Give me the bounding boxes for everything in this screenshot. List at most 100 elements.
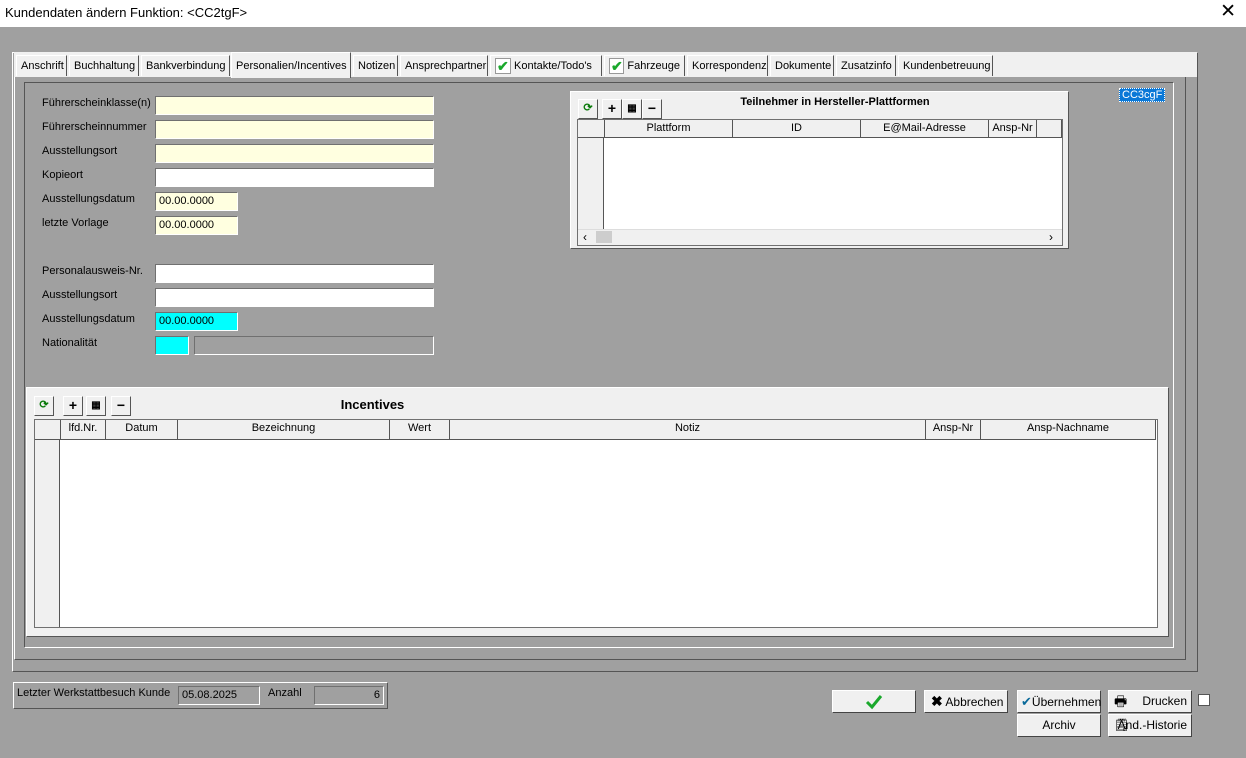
tab-label: Zusatzinfo (841, 60, 892, 72)
scroll-left-icon[interactable]: ‹ (583, 230, 587, 244)
ok-checkmark-icon (865, 694, 883, 710)
grid-corner (35, 420, 61, 440)
remove-incentive-icon[interactable]: − (111, 396, 131, 416)
tab-label: Notizen (358, 60, 396, 72)
tab-label: Dokumente (775, 60, 832, 72)
horizontal-scrollbar[interactable] (578, 229, 1062, 245)
column-header-filler (1037, 120, 1062, 138)
anzahl-field: 6 (314, 686, 384, 705)
archiv-button[interactable]: Archiv (1017, 714, 1101, 737)
scroll-right-icon[interactable]: › (1049, 230, 1053, 244)
ausstellungsort-field[interactable] (155, 144, 434, 163)
checkmark-icon (495, 56, 511, 76)
tab-ansprechpartner[interactable]: Ansprechpartner (400, 55, 488, 76)
cancel-x-icon: ✖ (931, 693, 943, 709)
column-header[interactable]: Ansp-Nachname (981, 420, 1156, 440)
code-label: CC3cgF (1119, 88, 1165, 102)
kopieort-label: Kopieort (42, 169, 83, 181)
ausstellungsdatum-pa-field[interactable]: 00.00.0000 (155, 312, 238, 331)
ausstellungsort-pa-field[interactable] (155, 288, 434, 307)
anzahl-label: Anzahl (268, 687, 302, 699)
edit-incentive-icon[interactable]: ▦ (86, 396, 106, 416)
column-header[interactable]: E@Mail-Adresse (861, 120, 989, 138)
column-header[interactable]: Wert (390, 420, 450, 440)
abbrechen-button[interactable]: ✖ Abbrechen (924, 690, 1008, 713)
column-header[interactable]: Datum (106, 420, 178, 440)
scroll-thumb[interactable] (596, 231, 612, 243)
letzter-werkstattbesuch-field: 05.08.2025 (178, 686, 260, 705)
tab-bankverbindung[interactable]: Bankverbindung (141, 55, 230, 76)
drucken-button[interactable]: 🖶 Drucken (1108, 690, 1192, 713)
column-header[interactable]: Ansp-Nr (926, 420, 981, 440)
kopieort-field[interactable] (155, 168, 434, 187)
add-platform-icon[interactable]: + (602, 99, 622, 119)
tab-label: Korrespondenz (692, 60, 767, 72)
tab-label: Bankverbindung (146, 60, 226, 72)
abbrechen-label: Abbrechen (945, 695, 1004, 709)
tab-dokumente[interactable]: Dokumente (770, 55, 834, 76)
checkmark-icon (609, 56, 625, 76)
tab-label: Kundenbetreuung (903, 60, 991, 72)
history-icon: 🗒 (1114, 718, 1130, 732)
archiv-label: Archiv (1042, 718, 1076, 732)
fuehrerscheinnummer-label: Führerscheinnummer (42, 121, 147, 133)
fuehrerscheinklasse-label: Führerscheinklasse(n) (42, 97, 151, 109)
remove-platform-icon[interactable]: − (642, 99, 662, 119)
letzte-vorlage-label: letzte Vorlage (42, 217, 109, 229)
nationalitaet-label: Nationalität (42, 337, 98, 349)
personalausweis-field[interactable] (155, 264, 434, 283)
refresh-incentives-icon[interactable]: ⟳ (34, 396, 54, 416)
column-header[interactable]: Notiz (450, 420, 926, 440)
platforms-grid[interactable] (577, 119, 1063, 246)
tab-kontakte-todos[interactable]: Kontakte/Todo's (490, 55, 602, 76)
nationalitaet-code-field[interactable] (155, 336, 189, 355)
refresh-platforms-icon[interactable]: ⟳ (578, 99, 598, 119)
ausstellungsort-label: Ausstellungsort (42, 145, 118, 157)
tab-fahrzeuge[interactable]: Fahrzeuge (604, 55, 685, 76)
tab-label: Ansprechpartner (405, 60, 487, 72)
incentives-grid[interactable] (34, 419, 1158, 628)
platforms-title: Teilnehmer in Hersteller-Plattformen (740, 96, 930, 108)
fuehrerscheinnummer-field[interactable] (155, 120, 434, 139)
letzter-werkstattbesuch-label: Letzter Werkstattbesuch Kunde (17, 687, 171, 699)
tab-label: Kontakte/Todo's (514, 60, 592, 72)
add-incentive-icon[interactable]: + (63, 396, 83, 416)
tab-personalien-incentives[interactable]: Personalien/Incentives (231, 52, 351, 78)
tab-korrespondenz[interactable]: Korrespondenz (687, 55, 768, 76)
column-header[interactable]: lfd.Nr. (61, 420, 106, 440)
tab-buchhaltung[interactable]: Buchhaltung (69, 55, 139, 76)
tab-label: Anschrift (21, 60, 64, 72)
ausstellungsdatum-field[interactable]: 00.00.0000 (155, 192, 238, 211)
column-header[interactable]: Plattform (605, 120, 733, 138)
grid-corner (578, 120, 605, 138)
tab-label: Personalien/Incentives (236, 59, 347, 72)
tab-notizen[interactable]: Notizen (353, 55, 398, 76)
letzte-vorlage-field[interactable]: 00.00.0000 (155, 216, 238, 235)
apply-check-icon: ✔ (1021, 694, 1032, 709)
fuehrerscheinklasse-field[interactable] (155, 96, 434, 115)
tab-label: Fahrzeuge (627, 60, 680, 72)
window-title: Kundendaten ändern Funktion: <CC2tgF> (5, 5, 248, 20)
printer-icon: 🖶 (1114, 693, 1128, 709)
tab-label: Buchhaltung (74, 60, 136, 72)
window-titlebar: Kundendaten ändern Funktion: <CC2tgF> ✕ (0, 0, 1246, 27)
tab-anschrift[interactable]: Anschrift (16, 55, 67, 76)
ausstellungsdatum-label: Ausstellungsdatum (42, 193, 135, 205)
row-header-column (35, 420, 60, 627)
aend-historie-button[interactable]: 🗒 Änd.-Historie (1108, 714, 1192, 737)
nationalitaet-name-field (194, 336, 434, 355)
drucken-checkbox[interactable] (1198, 694, 1210, 706)
tab-zusatzinfo[interactable]: Zusatzinfo (836, 55, 896, 76)
uebernehmen-label: Übernehmen (1031, 695, 1102, 709)
ok-button[interactable]: OK (832, 690, 916, 713)
column-header[interactable]: Bezeichnung (178, 420, 390, 440)
incentives-title: Incentives (340, 397, 405, 412)
close-icon[interactable]: ✕ (1220, 2, 1236, 22)
ausstellungsort-pa-label: Ausstellungsort (42, 289, 118, 301)
drucken-label: Drucken (1142, 694, 1187, 708)
tab-kundenbetreuung[interactable]: Kundenbetreuung (898, 55, 993, 76)
column-header[interactable]: Ansp-Nr (989, 120, 1037, 138)
uebernehmen-button[interactable]: ✔Übernehmen (1017, 690, 1101, 713)
edit-platform-icon[interactable]: ▦ (622, 99, 642, 119)
column-header[interactable]: ID (733, 120, 861, 138)
